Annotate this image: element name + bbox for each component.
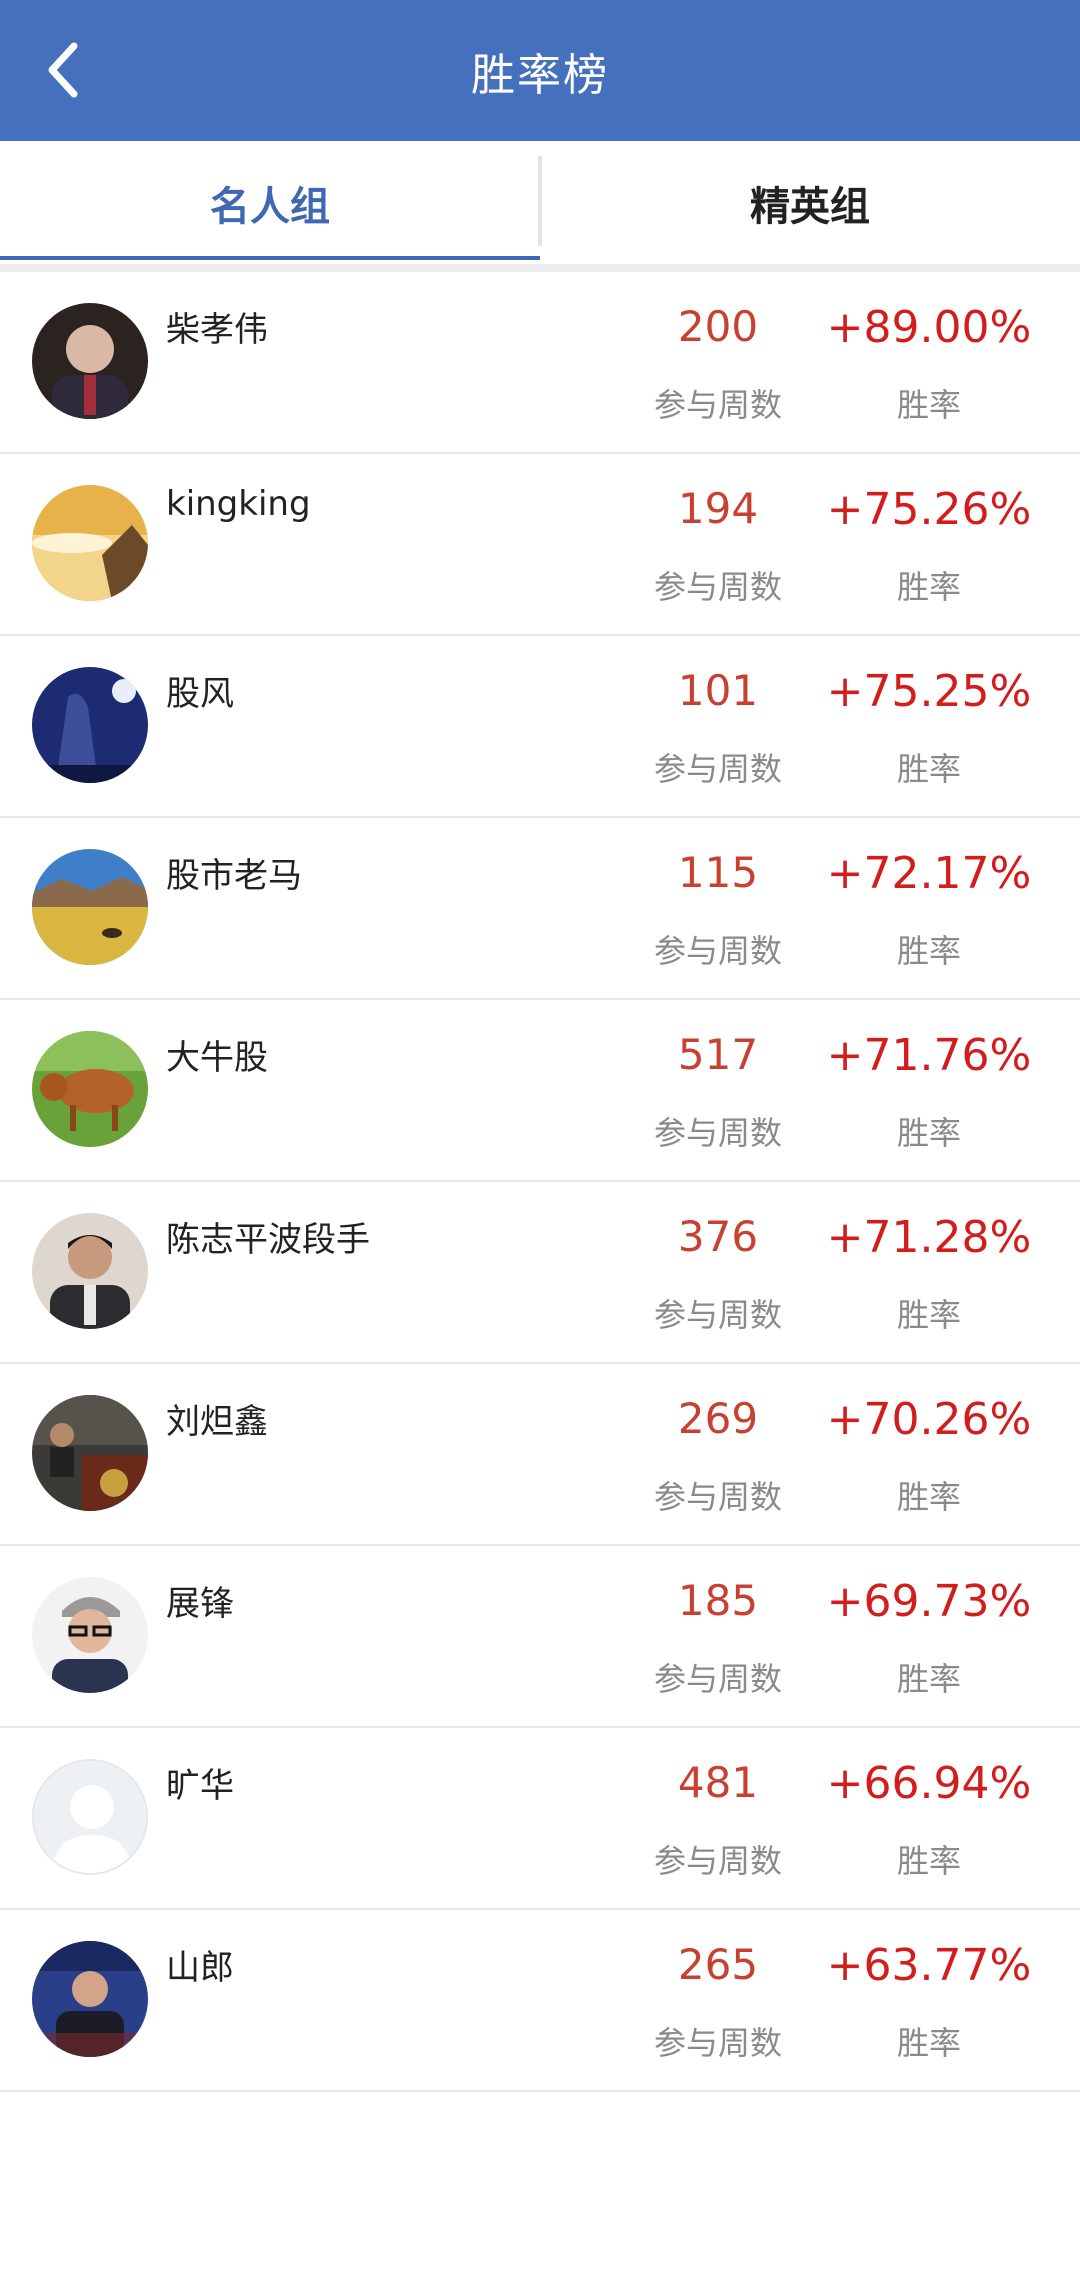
- win-rate-value: +75.25%: [826, 666, 1032, 717]
- user-name: 旷华: [166, 1766, 234, 1806]
- avatar: [32, 485, 148, 601]
- list-item[interactable]: 柴孝伟 200 参与周数 +89.00% 胜率: [0, 272, 1080, 454]
- avatar: [32, 1213, 148, 1329]
- win-rate-label: 胜率: [896, 1660, 961, 1698]
- weeks-label: 参与周数: [653, 1660, 782, 1698]
- weeks-value: 115: [677, 848, 759, 897]
- weeks-label: 参与周数: [653, 932, 782, 970]
- weeks-value: 185: [677, 1576, 759, 1625]
- win-rate-value: +66.94%: [826, 1758, 1032, 1809]
- user-name: 陈志平波段手: [166, 1220, 370, 1260]
- user-name: kingking: [166, 484, 311, 524]
- weeks-label: 参与周数: [653, 1114, 782, 1152]
- weeks-value: 101: [677, 666, 759, 715]
- list-item[interactable]: 山郎 265 参与周数 +63.77% 胜率: [0, 1910, 1080, 2092]
- avatar: [32, 1759, 148, 1875]
- win-rate-value: +75.26%: [826, 484, 1032, 535]
- list-item[interactable]: 旷华 481 参与周数 +66.94% 胜率: [0, 1728, 1080, 1910]
- list-item[interactable]: 陈志平波段手 376 参与周数 +71.28% 胜率: [0, 1182, 1080, 1364]
- win-rate-label: 胜率: [896, 932, 961, 970]
- win-rate-label: 胜率: [896, 1842, 961, 1880]
- user-name: 柴孝伟: [166, 310, 268, 350]
- win-rate-value: +63.77%: [826, 1940, 1032, 1991]
- weeks-value: 265: [677, 1940, 759, 1989]
- win-rate-label: 胜率: [896, 1114, 961, 1152]
- weeks-value: 194: [677, 484, 759, 533]
- win-rate-label: 胜率: [896, 750, 961, 788]
- user-name: 山郎: [166, 1948, 234, 1988]
- weeks-value: 517: [677, 1030, 759, 1079]
- weeks-value: 200: [677, 302, 759, 351]
- win-rate-label: 胜率: [896, 1296, 961, 1334]
- weeks-value: 269: [677, 1394, 759, 1443]
- win-rate-value: +71.76%: [826, 1030, 1032, 1081]
- weeks-value: 376: [677, 1212, 759, 1261]
- avatar: [32, 303, 148, 419]
- win-rate-label: 胜率: [896, 1478, 961, 1516]
- list-item[interactable]: kingking 194 参与周数 +75.26% 胜率: [0, 454, 1080, 636]
- list-item[interactable]: 大牛股 517 参与周数 +71.76% 胜率: [0, 1000, 1080, 1182]
- avatar: [32, 667, 148, 783]
- section-divider: [0, 264, 1080, 272]
- avatar: [32, 1395, 148, 1511]
- list-item[interactable]: 刘炟鑫 269 参与周数 +70.26% 胜率: [0, 1364, 1080, 1546]
- list-item[interactable]: 股风 101 参与周数 +75.25% 胜率: [0, 636, 1080, 818]
- weeks-label: 参与周数: [653, 2024, 782, 2062]
- win-rate-value: +71.28%: [826, 1212, 1032, 1263]
- weeks-label: 参与周数: [653, 1296, 782, 1334]
- user-name: 刘炟鑫: [166, 1402, 268, 1442]
- user-name: 股风: [166, 674, 234, 714]
- tab-divider: [538, 156, 542, 246]
- user-name: 股市老马: [166, 856, 302, 896]
- win-rate-value: +89.00%: [826, 302, 1032, 353]
- back-button[interactable]: [22, 28, 106, 112]
- win-rate-label: 胜率: [896, 568, 961, 606]
- weeks-label: 参与周数: [653, 1478, 782, 1516]
- avatar: [32, 849, 148, 965]
- weeks-label: 参与周数: [653, 1842, 782, 1880]
- avatar: [32, 1941, 148, 2057]
- avatar: [32, 1577, 148, 1693]
- win-rate-value: +69.73%: [826, 1576, 1032, 1627]
- weeks-label: 参与周数: [653, 568, 782, 606]
- tab-elite-group[interactable]: 精英组: [540, 141, 1080, 264]
- win-rate-label: 胜率: [896, 386, 961, 424]
- chevron-left-icon: [48, 42, 78, 98]
- list-item[interactable]: 股市老马 115 参与周数 +72.17% 胜率: [0, 818, 1080, 1000]
- win-rate-label: 胜率: [896, 2024, 961, 2062]
- user-name: 展锋: [166, 1584, 234, 1624]
- tab-celebrity-group[interactable]: 名人组: [0, 141, 540, 264]
- win-rate-value: +70.26%: [826, 1394, 1032, 1445]
- avatar: [32, 1031, 148, 1147]
- weeks-label: 参与周数: [653, 750, 782, 788]
- user-name: 大牛股: [166, 1038, 268, 1078]
- weeks-label: 参与周数: [653, 386, 782, 424]
- win-rate-value: +72.17%: [826, 848, 1032, 899]
- page-title: 胜率榜: [471, 49, 609, 101]
- list-item[interactable]: 展锋 185 参与周数 +69.73% 胜率: [0, 1546, 1080, 1728]
- ranking-list: 柴孝伟 200 参与周数 +89.00% 胜率 kingking 194 参与周…: [0, 272, 1080, 2092]
- app-header: 胜率榜: [0, 0, 1080, 141]
- weeks-value: 481: [677, 1758, 759, 1807]
